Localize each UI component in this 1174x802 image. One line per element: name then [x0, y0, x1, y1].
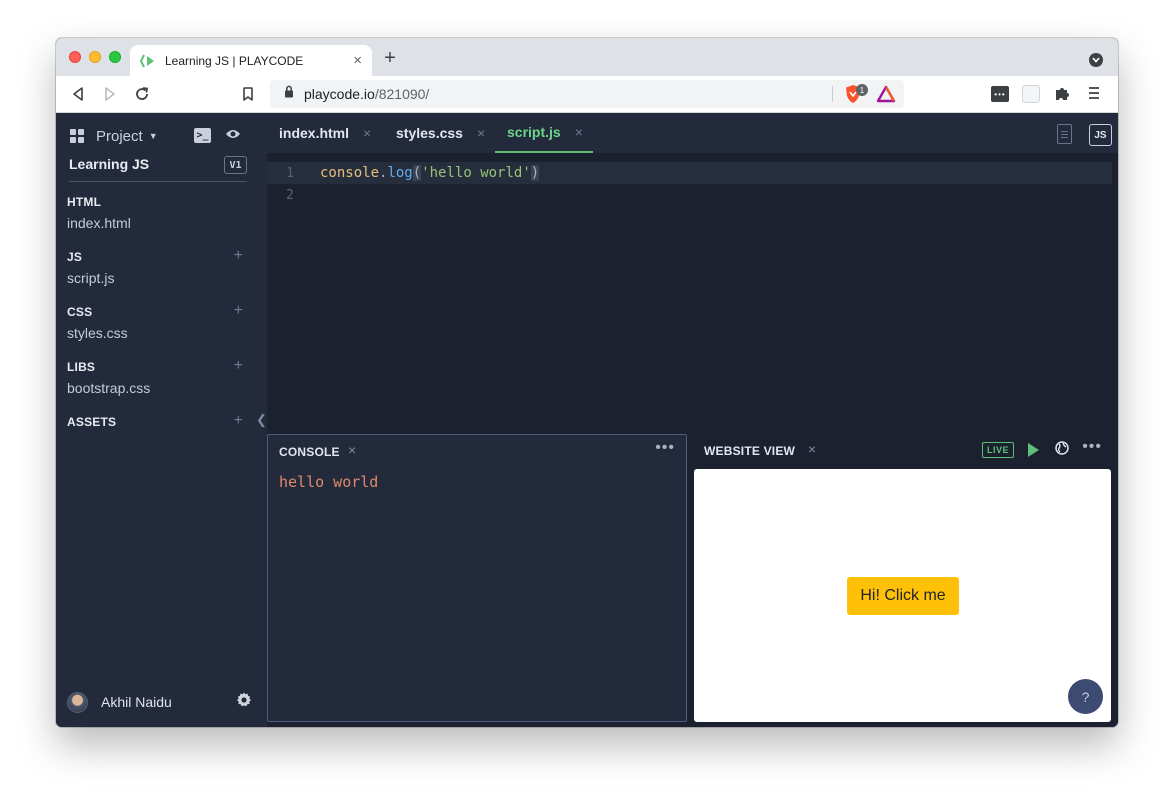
- sidebar-file-index-html[interactable]: index.html: [67, 215, 247, 231]
- globe-icon[interactable]: [1055, 441, 1069, 458]
- gear-icon[interactable]: [236, 692, 252, 713]
- section-title: LIBS: [67, 360, 96, 374]
- section-title: HTML: [67, 195, 102, 209]
- code-token-dot: .: [379, 165, 388, 181]
- code-token-method: log: [387, 165, 413, 181]
- close-website-view-icon[interactable]: ×: [808, 441, 816, 457]
- code-token-paren: ): [530, 165, 540, 181]
- back-arrow-icon[interactable]: [68, 84, 88, 104]
- language-badge[interactable]: JS: [1089, 124, 1112, 146]
- user-name[interactable]: Akhil Naidu: [101, 694, 236, 710]
- browser-tab-title: Learning JS | PLAYCODE: [165, 53, 304, 68]
- puzzle-icon[interactable]: [1054, 85, 1071, 107]
- console-output: hello world: [279, 473, 379, 491]
- sidebar-section-libs: LIBS + bootstrap.css: [67, 357, 247, 396]
- close-icon[interactable]: ×: [477, 125, 485, 141]
- add-asset-button[interactable]: +: [234, 412, 243, 430]
- sidebar-file-styles-css[interactable]: styles.css: [67, 325, 247, 341]
- tab-styles-css[interactable]: styles.css ×: [396, 113, 485, 153]
- sidebar-section-css: CSS + styles.css: [67, 302, 247, 341]
- sidebar-section-html: HTML index.html: [67, 195, 247, 231]
- omnibox-divider: [832, 86, 833, 102]
- line-number: 1: [286, 165, 294, 181]
- hi-click-me-button[interactable]: Hi! Click me: [847, 577, 959, 615]
- eye-icon[interactable]: [225, 127, 241, 145]
- playcode-app: Project ▼ >_ Learning JS V1 HTML index.h…: [56, 113, 1118, 727]
- version-badge[interactable]: V1: [224, 156, 247, 174]
- add-js-file-button[interactable]: +: [234, 247, 243, 265]
- sidebar-divider: [69, 181, 247, 182]
- line-number: 2: [286, 187, 294, 203]
- brave-rewards-icon[interactable]: [876, 85, 896, 108]
- tab-label: index.html: [279, 125, 350, 141]
- new-tab-button[interactable]: +: [380, 47, 400, 70]
- code-token-object: console: [320, 165, 380, 181]
- forward-arrow-icon[interactable]: [100, 84, 120, 104]
- lock-icon: [284, 85, 294, 103]
- browser-toolbar: playcode.io/821090/ 1 •••: [56, 76, 1118, 113]
- sidebar-section-assets: ASSETS +: [67, 412, 247, 430]
- website-view-header: WEBSITE VIEW × LIVE •••: [693, 434, 1112, 468]
- project-name[interactable]: Learning JS: [69, 156, 149, 172]
- playcode-favicon-icon: [140, 53, 156, 69]
- sidebar-file-bootstrap-css[interactable]: bootstrap.css: [67, 380, 247, 396]
- url-text[interactable]: playcode.io/821090/: [304, 86, 429, 102]
- code-token-paren: (: [412, 165, 422, 181]
- website-view-more-icon[interactable]: •••: [1082, 438, 1102, 456]
- section-title: ASSETS: [67, 415, 117, 429]
- caret-down-icon: ▼: [148, 131, 158, 141]
- editor-tab-bar: index.html × styles.css × script.js × JS: [267, 113, 1118, 153]
- code-line[interactable]: 1 console. log('hello world'): [267, 162, 1112, 184]
- project-sidebar: Project ▼ >_ Learning JS V1 HTML index.h…: [56, 113, 267, 727]
- section-title: JS: [67, 250, 83, 264]
- help-button[interactable]: ?: [1068, 679, 1103, 714]
- close-console-icon[interactable]: ×: [348, 442, 356, 458]
- collapse-sidebar-icon[interactable]: ❮: [256, 412, 267, 428]
- browser-tabstrip: Learning JS | PLAYCODE × +: [56, 38, 1118, 76]
- website-view-title: WEBSITE VIEW: [704, 444, 796, 458]
- tab-label: styles.css: [396, 125, 463, 141]
- console-title: CONSOLE: [279, 445, 340, 459]
- code-token-string: 'hello world': [421, 165, 531, 181]
- reload-icon[interactable]: [132, 84, 152, 104]
- avatar[interactable]: [67, 691, 88, 713]
- extension-grid-icon[interactable]: [1022, 85, 1040, 103]
- browser-tab[interactable]: Learning JS | PLAYCODE ×: [130, 45, 372, 76]
- tab-label: script.js: [507, 124, 561, 140]
- hamburger-menu-icon[interactable]: [1088, 86, 1100, 105]
- browser-tab-close-icon[interactable]: ×: [353, 52, 362, 69]
- bookmark-icon[interactable]: [238, 84, 258, 104]
- close-icon[interactable]: ×: [575, 124, 583, 140]
- live-badge[interactable]: LIVE: [982, 442, 1014, 458]
- sidebar-file-script-js[interactable]: script.js: [67, 270, 247, 286]
- grid-icon: [70, 129, 84, 143]
- project-menu-label: Project: [96, 127, 143, 145]
- minimize-window-button[interactable]: [89, 51, 101, 63]
- document-icon[interactable]: [1057, 124, 1072, 144]
- tab-search-chevron-icon[interactable]: [1089, 53, 1103, 67]
- zoom-window-button[interactable]: [109, 51, 121, 63]
- section-title: CSS: [67, 305, 93, 319]
- tab-index-html[interactable]: index.html ×: [279, 113, 371, 153]
- code-line[interactable]: 2: [267, 184, 1112, 206]
- close-icon[interactable]: ×: [363, 125, 371, 141]
- tab-script-js[interactable]: script.js ×: [495, 113, 593, 153]
- console-more-icon[interactable]: •••: [655, 439, 675, 457]
- terminal-icon[interactable]: >_: [194, 128, 211, 143]
- browser-window: Learning JS | PLAYCODE × + playcode.io/8…: [56, 38, 1118, 727]
- console-panel: CONSOLE × ••• hello world: [267, 434, 687, 722]
- code-editor[interactable]: 1 console. log('hello world') 2: [267, 153, 1112, 428]
- play-icon[interactable]: [1028, 443, 1039, 457]
- close-window-button[interactable]: [69, 51, 81, 63]
- shield-count-badge: 1: [856, 84, 868, 96]
- add-lib-button[interactable]: +: [234, 357, 243, 375]
- address-bar-content: playcode.io/821090/: [270, 80, 904, 108]
- user-profile[interactable]: Akhil Naidu: [67, 690, 252, 714]
- add-css-file-button[interactable]: +: [234, 302, 243, 320]
- sidebar-section-js: JS + script.js: [67, 247, 247, 286]
- password-extension-icon[interactable]: •••: [991, 86, 1009, 102]
- website-preview: Hi! Click me ?: [694, 469, 1111, 722]
